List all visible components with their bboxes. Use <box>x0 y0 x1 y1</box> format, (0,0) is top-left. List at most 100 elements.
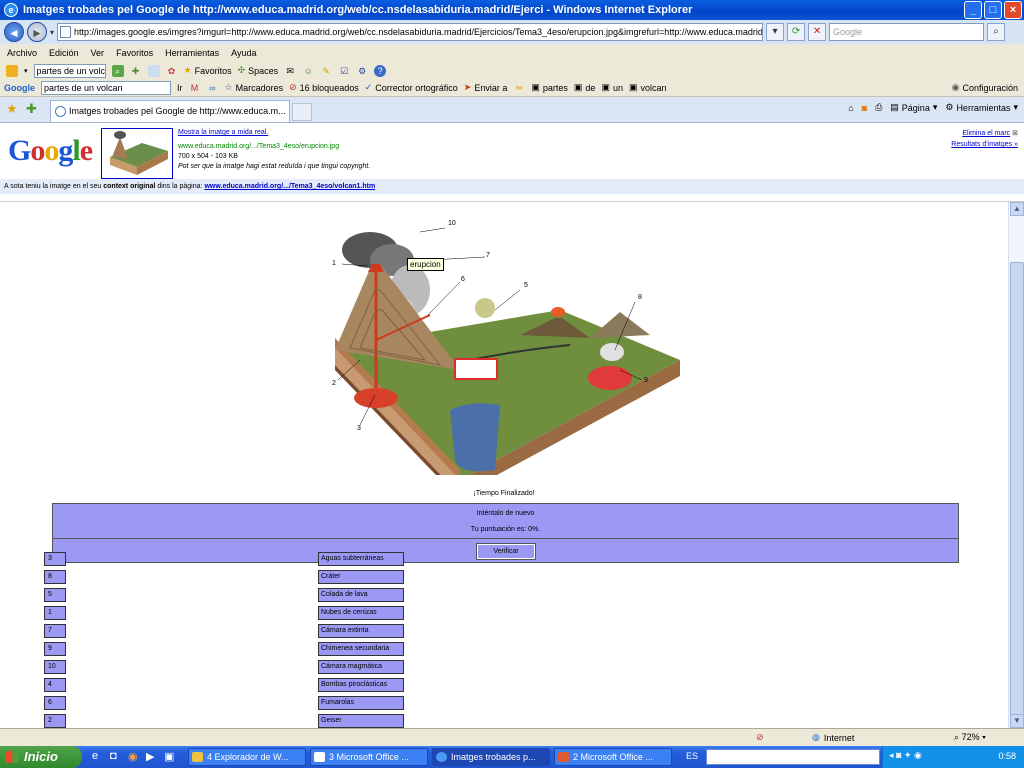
edit-icon[interactable]: ☑ <box>338 65 350 77</box>
number-box[interactable]: 7 <box>44 624 66 638</box>
pencil-icon[interactable]: ✎ <box>320 65 332 77</box>
marcadores-button[interactable]: ☆ Marcadores <box>225 82 284 93</box>
verify-button[interactable]: Verificar <box>476 543 536 560</box>
nero-search-box[interactable] <box>706 749 880 765</box>
scroll-down-arrow[interactable]: ▼ <box>1010 714 1024 728</box>
mail-icon[interactable]: ✉ <box>284 65 296 77</box>
close-button[interactable]: × <box>1004 1 1022 19</box>
security-icon[interactable]: ⊘ <box>756 732 764 743</box>
favorites-center-icon[interactable]: ★ <box>6 102 20 116</box>
toolbar-search-input[interactable]: partes de un volc <box>33 63 106 78</box>
help-icon[interactable]: ? <box>374 64 387 77</box>
feeds-icon[interactable]: ◙ <box>862 103 867 113</box>
spaces-button[interactable]: ✣ Spaces <box>238 65 279 76</box>
search-input[interactable]: Google <box>829 23 985 41</box>
google-toolbar-query-input[interactable]: partes de un volcan <box>41 80 171 95</box>
task-office-3[interactable]: 3 Microsoft Office ... <box>310 748 428 766</box>
word-un-button[interactable]: ▣ un <box>601 82 623 93</box>
msn-dropdown-icon[interactable]: ▾ <box>24 67 28 75</box>
gmail-icon[interactable]: M <box>189 82 201 94</box>
forward-button[interactable]: ► <box>27 22 47 42</box>
link-icon[interactable]: ∞ <box>207 82 219 94</box>
url-dropdown-button[interactable]: ▾ <box>766 23 785 41</box>
menu-favoritos[interactable]: Favoritos <box>116 48 153 58</box>
home-icon[interactable]: ⌂ <box>848 103 853 113</box>
number-box[interactable]: 9 <box>44 642 66 656</box>
scroll-thumb[interactable] <box>1010 262 1024 722</box>
answer-label[interactable]: Cráter <box>318 570 404 584</box>
menu-ayuda[interactable]: Ayuda <box>231 48 256 58</box>
remove-frame-link[interactable]: Elimina el marc <box>962 130 1010 137</box>
show-full-size-link[interactable]: Mostra la imatge a mida real. <box>178 128 370 138</box>
contacts-icon[interactable]: ☺ <box>302 65 314 77</box>
number-box[interactable]: 3 <box>44 552 66 566</box>
answer-label[interactable]: Bombas piroclásticas <box>318 678 404 692</box>
start-button[interactable]: Inicio <box>0 746 82 768</box>
quicklaunch-outlook-icon[interactable]: ◘ <box>110 750 117 762</box>
stop-button[interactable]: ✕ <box>808 23 827 41</box>
quicklaunch-ie-icon[interactable]: e <box>92 750 98 762</box>
word-partes-button[interactable]: ▣ partes <box>531 82 568 93</box>
toolbar-search-icon[interactable]: ⌕ <box>111 64 124 77</box>
answer-label[interactable]: Geiser <box>318 714 404 728</box>
context-page-link[interactable]: www.educa.madrid.org/.../Tema3_4eso/volc… <box>204 183 375 190</box>
answer-label[interactable]: Nubes de cenizas <box>318 606 404 620</box>
refresh-button[interactable]: ⟳ <box>787 23 806 41</box>
popup-blocker-button[interactable]: ⊘ 16 bloqueados <box>289 82 359 93</box>
tray-icons[interactable]: ◂ ◙ ✦ ◉ <box>889 750 922 761</box>
add-favorite-icon[interactable]: ✚ <box>26 102 40 116</box>
url-field[interactable]: http://images.google.es/imgres?imgurl=ht… <box>57 23 764 41</box>
google-toolbar-logo[interactable]: Google <box>4 83 35 93</box>
answer-label[interactable]: Colada de lava <box>318 588 404 602</box>
menu-archivo[interactable]: Archivo <box>7 48 37 58</box>
number-box[interactable]: 6 <box>44 696 66 710</box>
word-volcan-button[interactable]: ▣ volcan <box>629 82 667 93</box>
task-internet-explorer[interactable]: Imatges trobades p... <box>432 748 550 766</box>
task-office-2[interactable]: 2 Microsoft Office ... <box>554 748 672 766</box>
back-button[interactable]: ◄ <box>4 22 24 42</box>
answer-label[interactable]: Chimenea secundaria <box>318 642 404 656</box>
answer-label[interactable]: Aguas subterráneas <box>318 552 404 566</box>
add-icon[interactable]: ✚ <box>130 65 142 77</box>
number-box[interactable]: 10 <box>44 660 66 674</box>
new-tab-button[interactable] <box>292 103 312 121</box>
spellcheck-button[interactable]: ✓ Corrector ortográfico <box>365 82 458 93</box>
pagina-menu[interactable]: ▤ Página ▾ <box>890 102 937 113</box>
butterfly-icon[interactable]: ✿ <box>166 65 178 77</box>
image-thumbnail[interactable] <box>101 128 173 179</box>
answer-drop-box[interactable] <box>454 358 498 380</box>
highlight-icon[interactable]: ✏ <box>513 82 525 94</box>
security-zone[interactable]: ◍ Internet <box>812 732 854 743</box>
favoritos-button[interactable]: ★ Favoritos <box>184 65 232 76</box>
tab-current[interactable]: Imatges trobades pel Google de http://ww… <box>50 100 290 122</box>
number-box[interactable]: 2 <box>44 714 66 728</box>
menu-edicion[interactable]: Edición <box>49 48 79 58</box>
menu-herramientas[interactable]: Herramientas <box>165 48 219 58</box>
zoom-control[interactable]: ⌕ 72% ▾ <box>954 732 986 743</box>
history-dropdown-icon[interactable]: ▾ <box>50 28 54 37</box>
menu-ver[interactable]: Ver <box>91 48 105 58</box>
answer-label[interactable]: Fumarolas <box>318 696 404 710</box>
minimize-button[interactable]: _ <box>964 1 982 19</box>
quicklaunch-firefox-icon[interactable]: ◉ <box>128 750 138 763</box>
quicklaunch-desktop-icon[interactable]: ▣ <box>164 750 174 763</box>
quicklaunch-media-icon[interactable]: ▶ <box>146 750 154 763</box>
ir-button[interactable]: Ir <box>177 83 183 93</box>
retry-message[interactable]: Inténtalo de nuevo <box>53 510 958 517</box>
number-box[interactable]: 4 <box>44 678 66 692</box>
number-box[interactable]: 1 <box>44 606 66 620</box>
configuracion-button[interactable]: ◉ Configuración <box>952 82 1018 93</box>
msn-icon[interactable] <box>6 64 18 77</box>
vertical-scrollbar[interactable]: ▲ ▼ <box>1008 202 1024 728</box>
enviar-button[interactable]: ➤ Enviar a <box>464 82 508 93</box>
image-results-link[interactable]: Resultats d'imatges » <box>951 141 1018 148</box>
tools-icon[interactable]: ⚙ <box>356 65 368 77</box>
maximize-button[interactable]: □ <box>984 1 1002 19</box>
language-indicator[interactable]: ES <box>686 751 698 761</box>
herramientas-menu[interactable]: ⚙ Herramientas ▾ <box>945 102 1018 113</box>
close-frame-icon[interactable]: ⊠ <box>1012 130 1018 137</box>
task-explorer[interactable]: 4 Explorador de W... <box>188 748 306 766</box>
word-de-button[interactable]: ▣ de <box>574 82 596 93</box>
search-icon[interactable]: ⌕ <box>987 23 1006 41</box>
scroll-up-arrow[interactable]: ▲ <box>1010 202 1024 216</box>
